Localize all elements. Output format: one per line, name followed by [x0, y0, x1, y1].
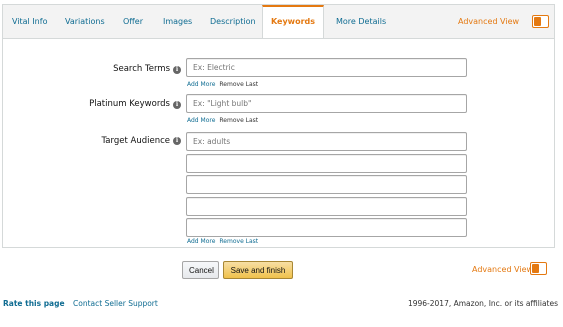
- target-audience-input-5[interactable]: [186, 218, 467, 237]
- rate-this-page-link[interactable]: Rate this page: [3, 299, 65, 308]
- platinum-keywords-links: Add More Remove Last: [187, 117, 258, 124]
- target-audience-input-2[interactable]: [186, 154, 467, 173]
- target-audience-links: Add More Remove Last: [187, 238, 258, 245]
- target-audience-label: Target Audience: [101, 136, 170, 146]
- remove-last-link[interactable]: Remove Last: [219, 117, 258, 124]
- contact-seller-support-link[interactable]: Contact Seller Support: [73, 299, 158, 308]
- platinum-keywords-input[interactable]: [186, 94, 467, 113]
- target-audience-input-3[interactable]: [186, 175, 467, 194]
- add-more-link[interactable]: Add More: [187, 117, 215, 124]
- tab-more-details[interactable]: More Details: [336, 5, 386, 38]
- save-and-finish-button[interactable]: Save and finish: [223, 261, 293, 279]
- target-audience-input-4[interactable]: [186, 197, 467, 216]
- search-terms-links: Add More Remove Last: [187, 81, 258, 88]
- target-audience-info-icon[interactable]: i: [173, 137, 181, 145]
- cancel-button[interactable]: Cancel: [182, 261, 219, 279]
- search-terms-label: Search Terms: [113, 64, 170, 74]
- advanced-view-toggle-bottom[interactable]: [530, 262, 547, 275]
- tab-description[interactable]: Description: [210, 5, 256, 38]
- advanced-view-toggle-top[interactable]: [532, 15, 549, 28]
- remove-last-link[interactable]: Remove Last: [219, 81, 258, 88]
- tab-offer[interactable]: Offer: [123, 5, 143, 38]
- remove-last-link[interactable]: Remove Last: [219, 238, 258, 245]
- tab-variations[interactable]: Variations: [65, 5, 105, 38]
- tab-vital-info[interactable]: Vital Info: [12, 5, 47, 38]
- platinum-keywords-label: Platinum Keywords: [89, 99, 170, 109]
- listing-form-panel: Vital Info Variations Offer Images Descr…: [2, 4, 555, 248]
- toggle-knob: [532, 264, 539, 273]
- advanced-view-label-bottom: Advanced View: [472, 265, 534, 274]
- search-terms-input[interactable]: [186, 58, 467, 77]
- tab-bar: Vital Info Variations Offer Images Descr…: [3, 5, 554, 39]
- copyright-text: 1996-2017, Amazon, Inc. or its affiliate…: [407, 299, 558, 308]
- target-audience-input-1[interactable]: [186, 132, 467, 151]
- add-more-link[interactable]: Add More: [187, 238, 215, 245]
- advanced-view-label-top: Advanced View: [458, 17, 520, 26]
- search-terms-info-icon[interactable]: i: [173, 66, 181, 74]
- toggle-knob: [534, 17, 541, 26]
- tab-keywords[interactable]: Keywords: [262, 5, 324, 38]
- tab-images[interactable]: Images: [163, 5, 192, 38]
- platinum-keywords-info-icon[interactable]: i: [173, 101, 181, 109]
- add-more-link[interactable]: Add More: [187, 81, 215, 88]
